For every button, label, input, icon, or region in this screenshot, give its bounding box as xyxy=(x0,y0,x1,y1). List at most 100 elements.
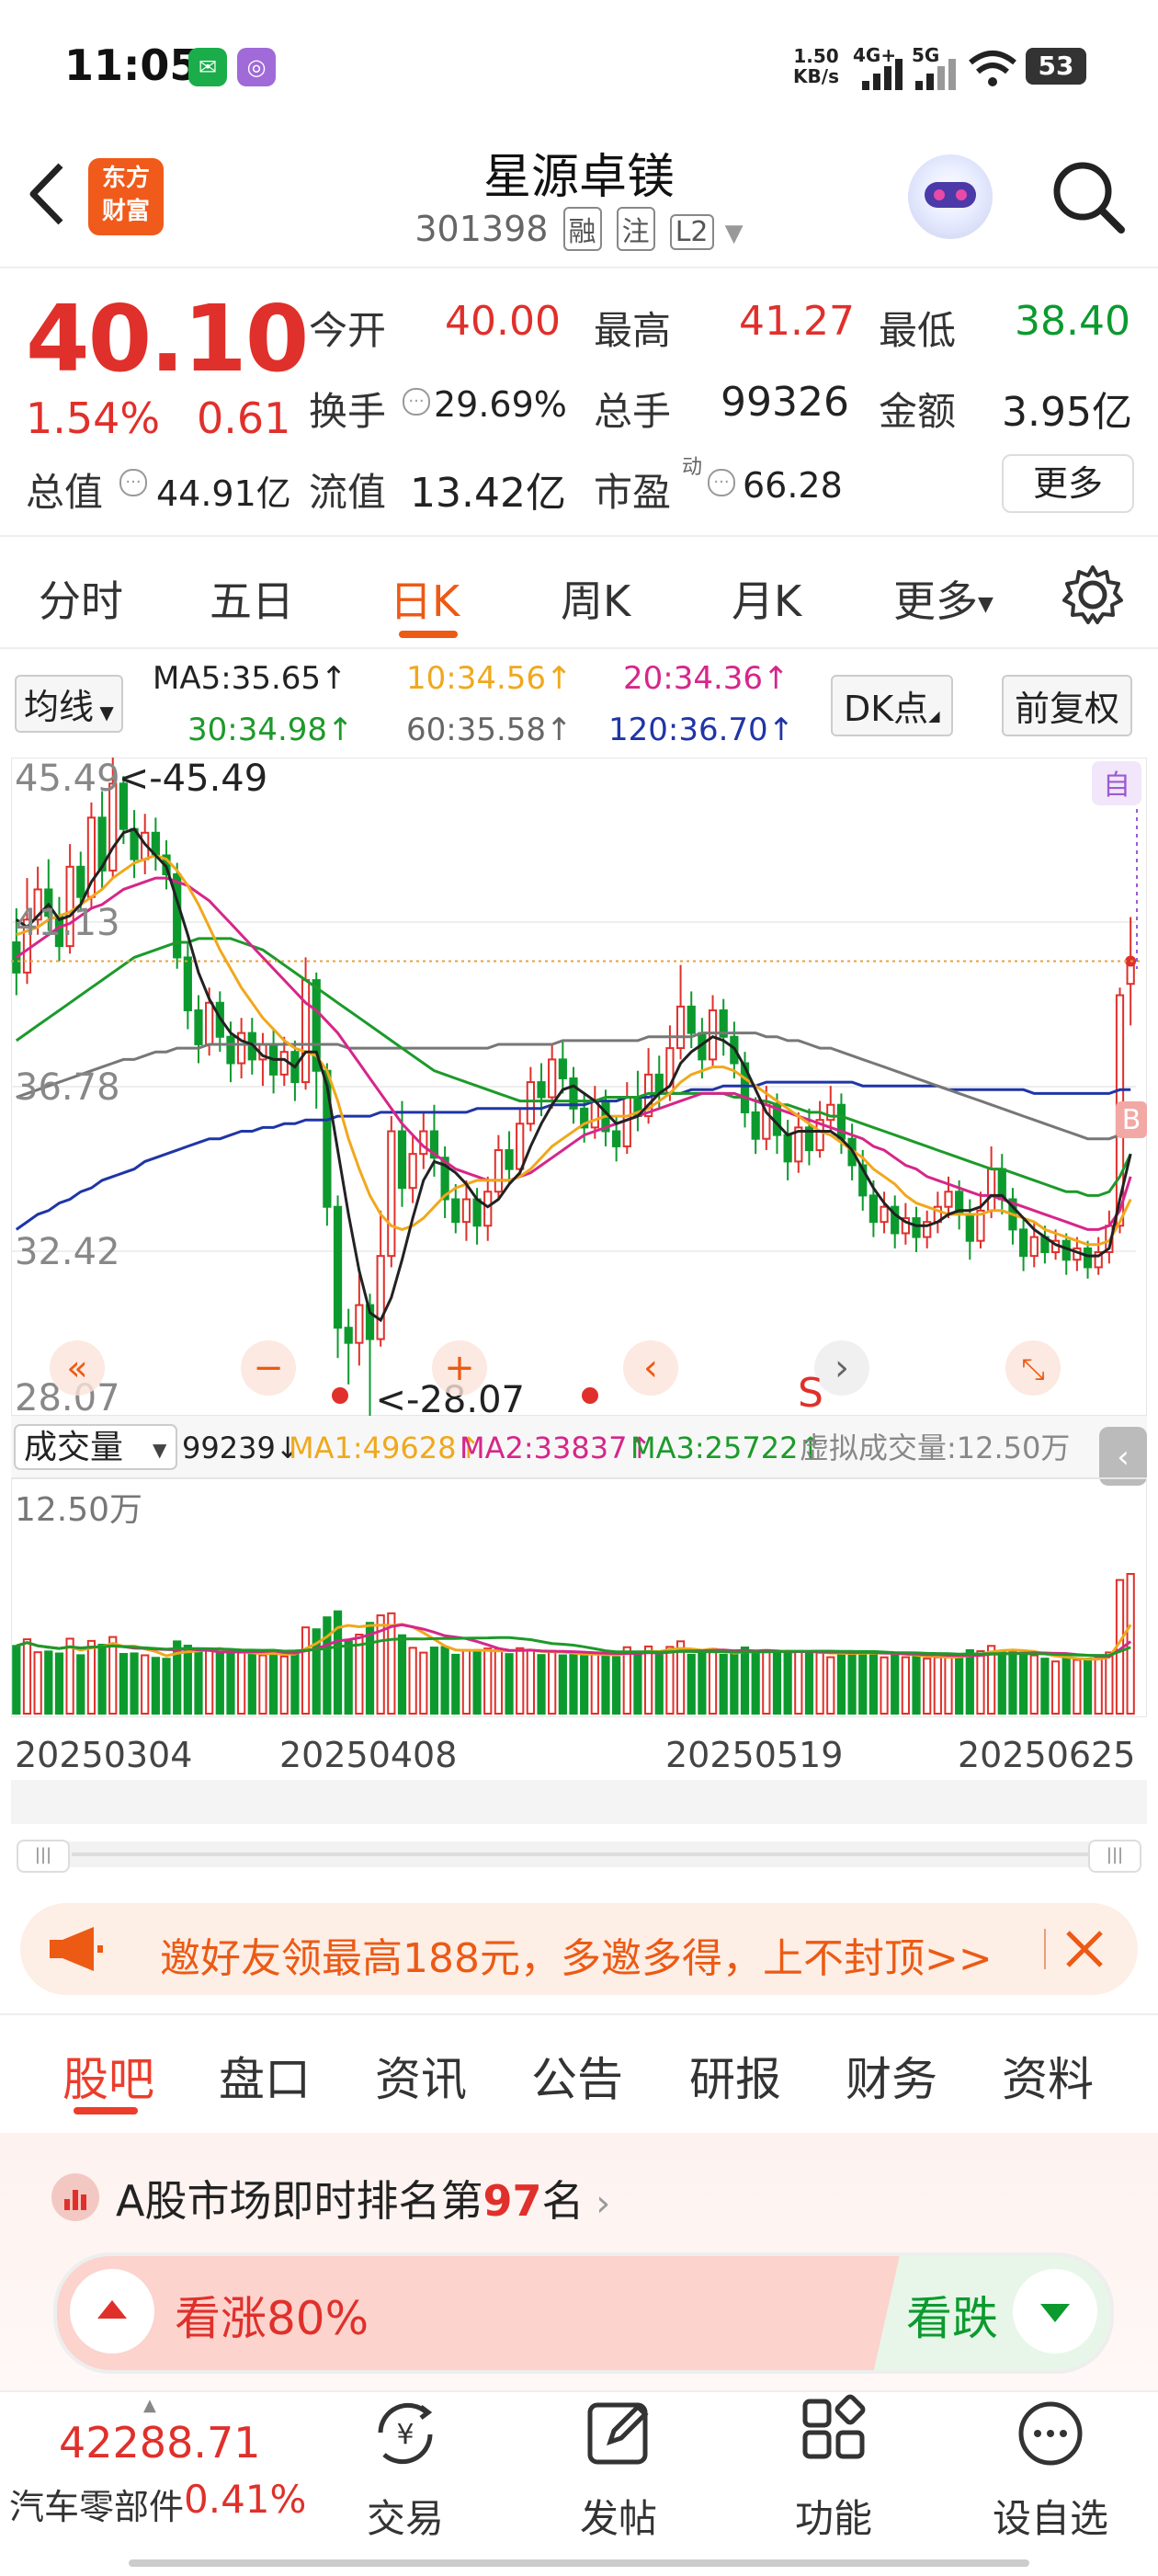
ma60-text: 60:35.58 xyxy=(406,712,547,748)
robot-assistant-icon[interactable] xyxy=(908,154,993,239)
l2-tag[interactable]: L2 xyxy=(669,214,714,250)
section-tab-guba[interactable]: 股吧 xyxy=(62,2043,154,2109)
section-tab-announcement[interactable]: 公告 xyxy=(531,2043,623,2109)
volume-bar-up xyxy=(279,1655,289,1715)
tab-daily-k[interactable]: 日K xyxy=(390,568,460,629)
volume-bar-down xyxy=(580,1655,589,1715)
adjust-button[interactable]: 前复权 xyxy=(1002,675,1133,736)
volume-ma2: MA2:33837↑ xyxy=(460,1430,652,1465)
scroll-handle-right[interactable]: ||| xyxy=(1088,1840,1141,1873)
volume-bar-up xyxy=(944,1656,953,1715)
ma20-value: 20:34.36↑ xyxy=(623,660,789,697)
tab-intraday[interactable]: 分时 xyxy=(39,568,123,629)
volume-bar-down xyxy=(783,1650,792,1715)
ma-selector[interactable]: 均线 ▼ xyxy=(15,675,123,733)
volume-bar-down xyxy=(558,1654,567,1715)
volume-bar-down xyxy=(290,1651,300,1715)
price-axis-label: 45.49 xyxy=(15,758,120,800)
chart-scrollbar[interactable]: ||| ||| xyxy=(17,1840,1141,1873)
volume-bar-down xyxy=(804,1652,814,1715)
volume-bar-down xyxy=(858,1649,868,1715)
net-speed-value: 1.50 xyxy=(793,45,839,67)
volume-bar-up xyxy=(976,1650,985,1715)
signal-icon xyxy=(915,59,956,90)
volume-bar-down xyxy=(323,1616,332,1715)
volume-selector-label: 成交量 xyxy=(24,1429,123,1466)
candle-up xyxy=(944,1191,953,1208)
banner-text: 邀好友领最高188元，多邀多得，上不封顶>> xyxy=(160,1935,993,1982)
close-icon[interactable] xyxy=(1064,1929,1105,1969)
sentiment-bar[interactable]: 看涨80% 看跌 xyxy=(53,2252,1114,2374)
volume-bar-up xyxy=(419,1651,428,1715)
tab-monthly-k[interactable]: 月K xyxy=(732,568,801,629)
zoom-out-left-button[interactable]: « xyxy=(50,1340,105,1396)
candle-up xyxy=(279,1051,289,1076)
volume-bar-down xyxy=(429,1647,439,1715)
candle-up xyxy=(676,1005,686,1050)
candle-up xyxy=(483,1191,493,1227)
expand-icon: ⤡ xyxy=(1021,1351,1045,1386)
zoom-in-button[interactable]: + xyxy=(432,1340,487,1396)
nav-post[interactable]: 发帖 xyxy=(540,2392,697,2544)
tab-five-day[interactable]: 五日 xyxy=(210,568,294,629)
volume-bar-down xyxy=(719,1653,728,1715)
volume-bar-down xyxy=(268,1650,278,1715)
section-tab-research[interactable]: 研报 xyxy=(689,2043,781,2109)
section-tab-finance[interactable]: 财务 xyxy=(846,2043,937,2109)
more-button[interactable]: 更多 xyxy=(1002,454,1134,513)
scroll-left-button[interactable]: ‹ xyxy=(623,1340,678,1396)
volume-bar-up xyxy=(794,1649,803,1715)
volume-bar-down xyxy=(751,1652,760,1715)
info-icon[interactable]: ··· xyxy=(119,469,147,496)
chevron-down-icon[interactable]: ▼ xyxy=(725,220,744,247)
sector-index-name[interactable]: 汽车零部件 xyxy=(9,2479,184,2529)
trade-yen-icon: ¥ xyxy=(378,2402,433,2465)
bear-button[interactable] xyxy=(1013,2269,1097,2354)
volume-bar-down xyxy=(130,1652,139,1715)
tab-more-label: 更多 xyxy=(893,576,978,626)
open-label: 今开 xyxy=(309,308,387,353)
candle-up xyxy=(826,1103,835,1122)
up-triangle-icon xyxy=(97,2300,127,2319)
chevron-up-icon[interactable]: ▲ xyxy=(143,2396,156,2415)
nav-functions[interactable]: 功能 xyxy=(755,2392,912,2544)
candle-down xyxy=(783,1134,792,1163)
bull-button[interactable] xyxy=(70,2269,154,2354)
dk-point-button[interactable]: DK点◢ xyxy=(831,675,953,736)
scroll-handle-left[interactable]: ||| xyxy=(17,1840,70,1873)
fullscreen-button[interactable]: ⤡ xyxy=(1005,1340,1061,1396)
buy-badge-text: B xyxy=(1122,1104,1141,1136)
ranking-link[interactable]: A股市场即时排名第97名 › xyxy=(116,2168,610,2228)
tab-weekly-k[interactable]: 周K xyxy=(561,568,630,629)
change-amount: 0.61 xyxy=(197,393,291,443)
section-tab-pankou[interactable]: 盘口 xyxy=(219,2043,311,2109)
collapse-panel-button[interactable]: ‹ xyxy=(1099,1427,1147,1486)
info-icon[interactable]: ··· xyxy=(403,388,430,416)
nav-add-watchlist[interactable]: 设自选 xyxy=(972,2392,1129,2544)
sector-index-value[interactable]: 42288.71 xyxy=(59,2418,261,2468)
volume-bar-up xyxy=(901,1656,910,1715)
section-tab-news[interactable]: 资讯 xyxy=(375,2043,467,2109)
ma10-text: 10:34.56 xyxy=(406,660,547,697)
zoom-out-button[interactable]: − xyxy=(241,1340,296,1396)
nav-trade[interactable]: ¥ 交易 xyxy=(327,2392,483,2544)
volume-bar-up xyxy=(880,1656,889,1715)
down-triangle-icon xyxy=(1040,2304,1070,2322)
section-tab-profile[interactable]: 资料 xyxy=(1002,2043,1094,2109)
signal-dot xyxy=(582,1387,598,1404)
volume-bar-down xyxy=(687,1653,696,1715)
volume-selector[interactable]: 成交量 ▼ xyxy=(14,1424,177,1470)
info-icon[interactable]: ··· xyxy=(708,469,735,496)
volume-bar-up xyxy=(1105,1651,1114,1715)
settings-gear-icon[interactable] xyxy=(1061,563,1125,627)
search-icon[interactable] xyxy=(1050,158,1127,235)
kline-chart[interactable]: 45.4941.1336.7832.4228.07 <-45.49 <-28.0… xyxy=(11,758,1147,1824)
amount-label: 金额 xyxy=(879,389,957,434)
tab-more[interactable]: 更多▼ xyxy=(893,568,993,629)
volume-bar-down xyxy=(1062,1656,1071,1715)
volume-bar-down xyxy=(1018,1651,1028,1715)
candle-up xyxy=(987,1168,996,1212)
chevron-right-icon: › xyxy=(834,1347,849,1389)
candle-up xyxy=(461,1198,471,1224)
invite-banner[interactable]: 邀好友领最高188元，多邀多得，上不封顶>> xyxy=(20,1903,1138,1995)
